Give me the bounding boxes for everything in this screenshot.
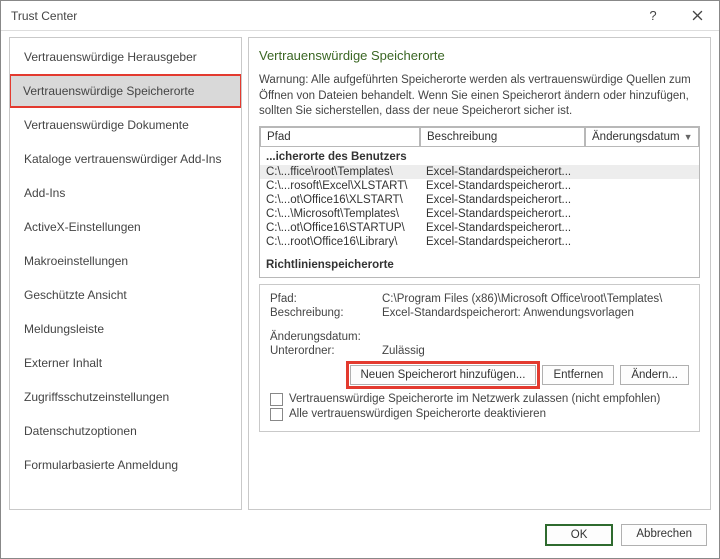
button-label: Entfernen <box>553 369 603 381</box>
sidebar-item-label: Externer Inhalt <box>24 356 102 370</box>
col-label: Beschreibung <box>427 131 497 143</box>
detail-date-label: Änderungsdatum: <box>270 331 382 343</box>
checkbox-label: Alle vertrauenswürdigen Speicherorte dea… <box>289 408 546 420</box>
sidebar-item-label: Meldungsleiste <box>24 322 104 336</box>
sidebar-item-trusted-documents[interactable]: Vertrauenswürdige Dokumente <box>10 108 241 142</box>
cell-desc: Excel-Standardspeicherort... <box>420 235 585 249</box>
col-desc[interactable]: Beschreibung <box>420 127 585 147</box>
sidebar-item-label: Kataloge vertrauenswürdiger Add-Ins <box>24 152 221 166</box>
cell-desc: Excel-Standardspeicherort... <box>420 179 585 193</box>
panel-warning-text: Warnung: Alle aufgeführten Speicherorte … <box>259 73 700 120</box>
window-title: Trust Center <box>11 9 631 23</box>
titlebar: Trust Center ? <box>1 1 719 31</box>
sidebar-item-label: Makroeinstellungen <box>24 254 128 268</box>
modify-location-button[interactable]: Ändern... <box>620 365 689 385</box>
col-path[interactable]: Pfad <box>260 127 420 147</box>
table-body: ...icherorte des Benutzers C:\...ffice\r… <box>260 147 699 277</box>
cell-path: C:\...ot\Office16\XLSTART\ <box>260 193 420 207</box>
table-header: Pfad Beschreibung Änderungsdatum ▼ <box>260 127 699 147</box>
sidebar-item-privacy[interactable]: Datenschutzoptionen <box>10 414 241 448</box>
sidebar-item-label: Formularbasierte Anmeldung <box>24 458 178 472</box>
allow-network-checkbox[interactable]: Vertrauenswürdige Speicherorte im Netzwe… <box>270 393 689 406</box>
sidebar-item-activex[interactable]: ActiveX-Einstellungen <box>10 210 241 244</box>
cell-desc: Excel-Standardspeicherort... <box>420 207 585 221</box>
sidebar-item-label: Geschützte Ansicht <box>24 288 127 302</box>
cell-desc: Excel-Standardspeicherort... <box>420 193 585 207</box>
sidebar-item-form-signin[interactable]: Formularbasierte Anmeldung <box>10 448 241 482</box>
sidebar-item-file-block[interactable]: Zugriffsschutzeinstellungen <box>10 380 241 414</box>
checkbox-icon <box>270 393 283 406</box>
detail-buttons: Neuen Speicherort hinzufügen... Entferne… <box>270 365 689 385</box>
detail-sub-value: Zulässig <box>382 345 689 357</box>
button-label: OK <box>571 529 588 541</box>
trust-center-dialog: Trust Center ? Vertrauenswürdige Herausg… <box>0 0 720 559</box>
remove-location-button[interactable]: Entfernen <box>542 365 614 385</box>
panel-heading: Vertrauenswürdige Speicherorte <box>259 48 700 63</box>
dialog-footer: OK Abbrechen <box>1 516 719 558</box>
sidebar-item-label: Vertrauenswürdige Dokumente <box>24 118 189 132</box>
dialog-body: Vertrauenswürdige Herausgeber Vertrauens… <box>1 31 719 516</box>
location-details: Pfad:C:\Program Files (x86)\Microsoft Of… <box>259 284 700 432</box>
locations-table: Pfad Beschreibung Änderungsdatum ▼ ...ich… <box>259 126 700 278</box>
detail-date-value <box>382 331 689 343</box>
table-row[interactable]: C:\...ffice\root\Templates\ Excel-Standa… <box>260 165 699 179</box>
sidebar-item-label: Vertrauenswürdige Herausgeber <box>24 50 197 64</box>
add-location-button[interactable]: Neuen Speicherort hinzufügen... <box>350 365 537 385</box>
cancel-button[interactable]: Abbrechen <box>621 524 707 546</box>
button-label: Abbrechen <box>636 528 692 540</box>
table-row[interactable]: C:\...ot\Office16\STARTUP\ Excel-Standar… <box>260 221 699 235</box>
col-date[interactable]: Änderungsdatum ▼ <box>585 127 699 147</box>
cell-desc: Excel-Standardspeicherort... <box>420 165 585 179</box>
detail-sub-label: Unterordner: <box>270 345 382 357</box>
group-user-locations: ...icherorte des Benutzers <box>260 149 699 165</box>
help-button[interactable]: ? <box>631 1 675 31</box>
checkbox-label: Vertrauenswürdige Speicherorte im Netzwe… <box>289 393 660 405</box>
disable-all-checkbox[interactable]: Alle vertrauenswürdigen Speicherorte dea… <box>270 408 689 421</box>
sidebar: Vertrauenswürdige Herausgeber Vertrauens… <box>9 37 242 510</box>
table-row[interactable]: C:\...root\Office16\Library\ Excel-Stand… <box>260 235 699 249</box>
sort-arrow-icon: ▼ <box>684 132 693 142</box>
detail-path-value: C:\Program Files (x86)\Microsoft Office\… <box>382 293 689 305</box>
content-panel: Vertrauenswürdige Speicherorte Warnung: … <box>248 37 711 510</box>
button-label: Ändern... <box>631 369 678 381</box>
sidebar-item-label: ActiveX-Einstellungen <box>24 220 141 234</box>
cell-path: C:\...ot\Office16\STARTUP\ <box>260 221 420 235</box>
sidebar-item-external-content[interactable]: Externer Inhalt <box>10 346 241 380</box>
detail-path-label: Pfad: <box>270 293 382 305</box>
sidebar-item-addin-catalogs[interactable]: Kataloge vertrauenswürdiger Add-Ins <box>10 142 241 176</box>
close-button[interactable] <box>675 1 719 31</box>
cell-path: C:\...\Microsoft\Templates\ <box>260 207 420 221</box>
sidebar-item-trusted-locations[interactable]: Vertrauenswürdige Speicherorte <box>9 74 242 108</box>
cell-path: C:\...ffice\root\Templates\ <box>260 165 420 179</box>
sidebar-item-message-bar[interactable]: Meldungsleiste <box>10 312 241 346</box>
table-row[interactable]: C:\...\Microsoft\Templates\ Excel-Standa… <box>260 207 699 221</box>
col-label: Änderungsdatum <box>592 131 680 143</box>
table-row[interactable]: C:\...ot\Office16\XLSTART\ Excel-Standar… <box>260 193 699 207</box>
col-label: Pfad <box>267 131 291 143</box>
sidebar-item-label: Zugriffsschutzeinstellungen <box>24 390 169 404</box>
cell-path: C:\...root\Office16\Library\ <box>260 235 420 249</box>
close-icon <box>692 10 703 21</box>
sidebar-item-label: Vertrauenswürdige Speicherorte <box>23 84 194 98</box>
table-row[interactable]: C:\...rosoft\Excel\XLSTART\ Excel-Standa… <box>260 179 699 193</box>
group-policy-locations: Richtlinienspeicherorte <box>260 257 699 273</box>
sidebar-item-protected-view[interactable]: Geschützte Ansicht <box>10 278 241 312</box>
button-label: Neuen Speicherort hinzufügen... <box>361 369 526 381</box>
cell-path: C:\...rosoft\Excel\XLSTART\ <box>260 179 420 193</box>
checkbox-icon <box>270 408 283 421</box>
sidebar-item-trusted-publishers[interactable]: Vertrauenswürdige Herausgeber <box>10 40 241 74</box>
detail-desc-value: Excel-Standardspeicherort: Anwendungsvor… <box>382 307 689 319</box>
sidebar-item-label: Add-Ins <box>24 186 65 200</box>
sidebar-item-macro[interactable]: Makroeinstellungen <box>10 244 241 278</box>
sidebar-item-label: Datenschutzoptionen <box>24 424 137 438</box>
detail-desc-label: Beschreibung: <box>270 307 382 319</box>
sidebar-item-addins[interactable]: Add-Ins <box>10 176 241 210</box>
ok-button[interactable]: OK <box>545 524 614 546</box>
cell-desc: Excel-Standardspeicherort... <box>420 221 585 235</box>
